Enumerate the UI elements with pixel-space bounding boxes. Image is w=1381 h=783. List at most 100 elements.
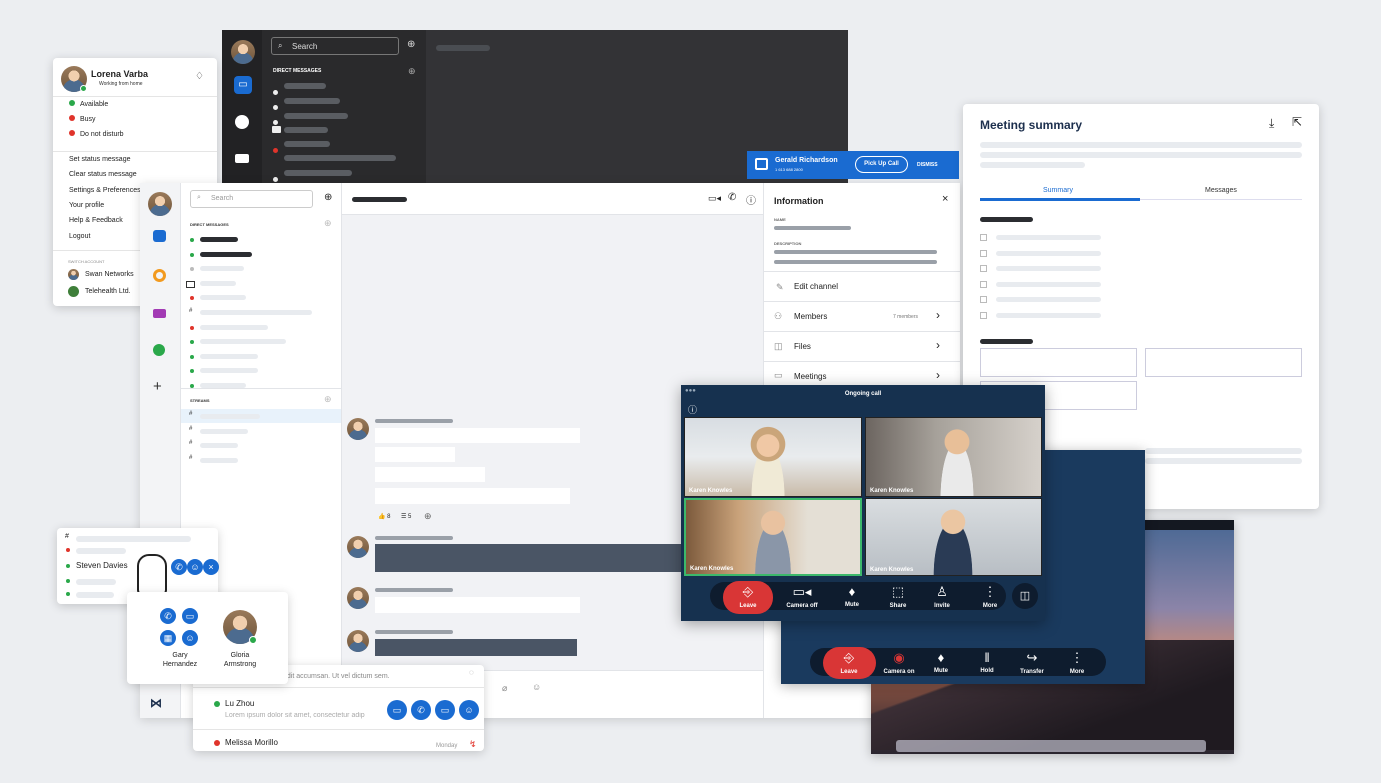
participant-tile-active[interactable]: Karen Knowles [684,498,862,576]
search-input[interactable]: ⌕ Search [190,190,313,208]
sun-icon[interactable] [235,115,249,129]
info-icon[interactable]: ⓘ [746,192,756,207]
menu-item[interactable]: Settings & Preferences [69,187,141,194]
list-item[interactable] [200,251,252,257]
call-button[interactable]: ✆ [411,700,431,720]
control-mute[interactable]: ♦ Mute [918,650,964,674]
account-item[interactable]: Swan Networks [85,271,134,278]
close-icon[interactable]: × [203,559,219,575]
list-item[interactable] [200,310,312,315]
call-button[interactable]: ✆ [160,608,176,624]
dismiss-button[interactable]: DISMISS [917,162,938,168]
account-item[interactable]: Telehealth Ltd. [85,288,131,295]
video-button[interactable]: ▭ [435,700,455,720]
tab-messages[interactable]: Messages [1205,187,1237,194]
control-more[interactable]: ⋮ More [967,584,1013,609]
list-item[interactable] [200,339,286,345]
list-item[interactable] [200,237,238,242]
control-hold[interactable]: ‖ Hold [964,650,1010,674]
field-box[interactable] [980,348,1137,377]
add-icon[interactable]: + [153,378,162,395]
avatar[interactable] [231,40,255,64]
list-item[interactable] [200,443,238,448]
control-share[interactable]: ⬚ Share [875,584,921,609]
menu-item[interactable]: Your profile [69,202,104,209]
reaction[interactable]: 👍 8 [378,513,390,520]
checkbox[interactable] [980,249,987,257]
pick-up-call-button[interactable]: Pick Up Call [855,156,908,173]
menu-item[interactable]: Set status message [69,156,130,163]
list-item[interactable] [200,324,268,330]
chat-icon[interactable]: ▭ [234,76,252,94]
search-input[interactable]: ⌕ Search [271,37,399,55]
panel-toggle-icon[interactable]: ◫ [1012,583,1038,609]
control-mute[interactable]: ♦ Mute [829,584,875,608]
files-item[interactable]: ◫ Files › [764,331,960,361]
contact-name[interactable]: Melissa Morillo [225,738,278,747]
control-camera-on[interactable]: ◉ Camera on [876,650,922,675]
close-icon[interactable]: × [942,193,948,205]
info-icon[interactable]: ⓘ [688,403,697,416]
chat-button[interactable]: ▭ [387,700,407,720]
field-box[interactable] [1145,348,1302,377]
reaction[interactable]: ☰ 5 [401,513,411,520]
export-icon[interactable]: ⇱ [1292,115,1302,129]
menu-item[interactable]: Clear status message [69,171,137,178]
list-item[interactable] [273,140,278,158]
status-option[interactable]: Busy [69,115,96,123]
list-item[interactable] [200,280,236,286]
add-icon[interactable]: ⊕ [408,66,416,77]
add-icon[interactable]: ⊕ [407,39,415,50]
checkbox[interactable] [980,296,987,303]
bell-icon[interactable]: ♢ [195,71,204,82]
status-option[interactable]: Available [69,100,108,108]
list-item[interactable] [200,428,248,434]
control-transfer[interactable]: ↪ Transfer [1009,650,1055,675]
add-reaction-icon[interactable]: ⊕ [424,511,432,522]
profile-button[interactable]: ☺ [459,700,479,720]
attach-icon[interactable]: ⌀ [502,683,507,694]
chat-button[interactable]: ▭ [182,608,198,624]
call-button[interactable]: ✆ [171,559,187,575]
list-item[interactable] [200,295,246,301]
download-icon[interactable]: ⤓ [1269,116,1274,131]
calendar-button[interactable]: ▦ [160,630,176,646]
edit-channel-item[interactable]: ✎ Edit channel [764,271,960,301]
profile-button[interactable]: ☺ [187,559,203,575]
add-icon[interactable]: ⊕ [324,218,332,229]
emoji-icon[interactable]: ☺ [532,682,541,692]
video-call-icon[interactable]: ▭◂ [708,193,721,204]
control-leave[interactable]: ⎆ Leave [826,650,872,675]
add-icon[interactable]: ⊕ [324,192,332,203]
phone-icon[interactable] [153,344,165,356]
list-item[interactable] [200,353,258,359]
list-item[interactable] [200,368,258,374]
status-option[interactable]: Do not disturb [69,130,124,138]
checkbox[interactable] [980,311,987,319]
video-icon[interactable] [235,154,249,163]
list-item[interactable] [200,457,238,463]
add-icon[interactable]: ⊕ [324,394,332,405]
list-item[interactable] [200,414,260,419]
avatar[interactable] [148,192,172,216]
control-camera-off[interactable]: ▭◂ Camera off [779,584,825,609]
participant-tile[interactable]: Karen Knowles [865,417,1042,497]
sun-icon[interactable] [153,269,166,282]
chat-icon[interactable] [153,230,166,242]
list-item[interactable] [200,266,244,272]
contact-name[interactable]: Lu Zhou [225,699,254,708]
participant-tile[interactable]: Karen Knowles [684,417,862,497]
contact-name[interactable]: Steven Davies [76,561,128,570]
checkbox[interactable] [980,265,987,272]
phone-icon[interactable]: ✆ [728,192,736,203]
control-more[interactable]: ⋮ More [1054,650,1100,675]
menu-item[interactable]: Help & Feedback [69,217,123,224]
participant-tile[interactable]: Karen Knowles [865,498,1042,576]
list-item[interactable] [272,126,281,133]
control-leave[interactable]: ⎆ Leave [725,584,771,609]
profile-button[interactable]: ☺ [182,630,198,646]
checkbox[interactable] [980,234,987,241]
members-item[interactable]: ⚇ Members 7 members › [764,301,960,331]
video-icon[interactable] [153,309,166,318]
tab-summary[interactable]: Summary [1043,187,1073,194]
